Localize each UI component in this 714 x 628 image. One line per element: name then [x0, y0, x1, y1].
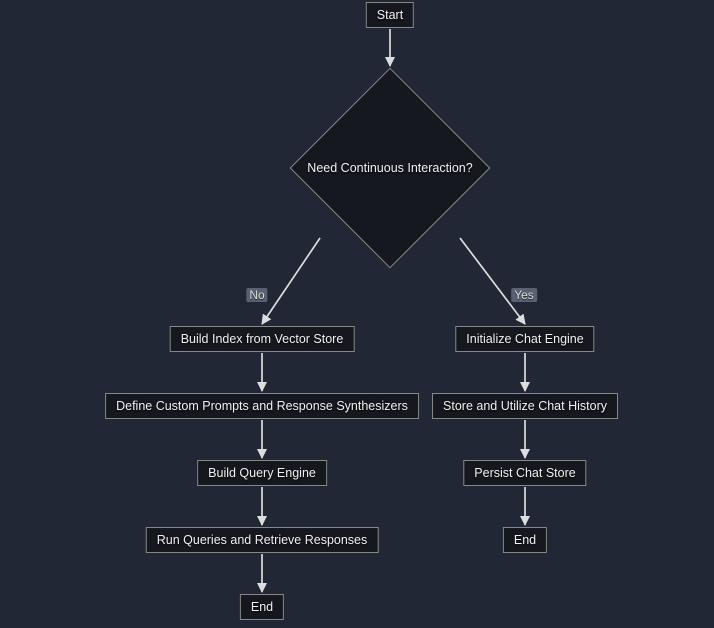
node-start: Start [366, 2, 414, 28]
node-end-yes: End [503, 527, 547, 553]
node-decision-label: Need Continuous Interaction? [307, 161, 472, 175]
node-build-query-engine: Build Query Engine [197, 460, 327, 486]
node-init-chat-engine: Initialize Chat Engine [455, 326, 594, 352]
node-build-index: Build Index from Vector Store [170, 326, 355, 352]
node-store-chat-history: Store and Utilize Chat History [432, 393, 618, 419]
node-run-queries: Run Queries and Retrieve Responses [146, 527, 379, 553]
node-define-prompts: Define Custom Prompts and Response Synth… [105, 393, 419, 419]
edge-label-yes: Yes [511, 288, 537, 302]
edge-label-no: No [246, 288, 267, 302]
node-decision: Need Continuous Interaction? [290, 68, 490, 268]
node-persist-chat-store: Persist Chat Store [463, 460, 586, 486]
node-end-no: End [240, 594, 284, 620]
